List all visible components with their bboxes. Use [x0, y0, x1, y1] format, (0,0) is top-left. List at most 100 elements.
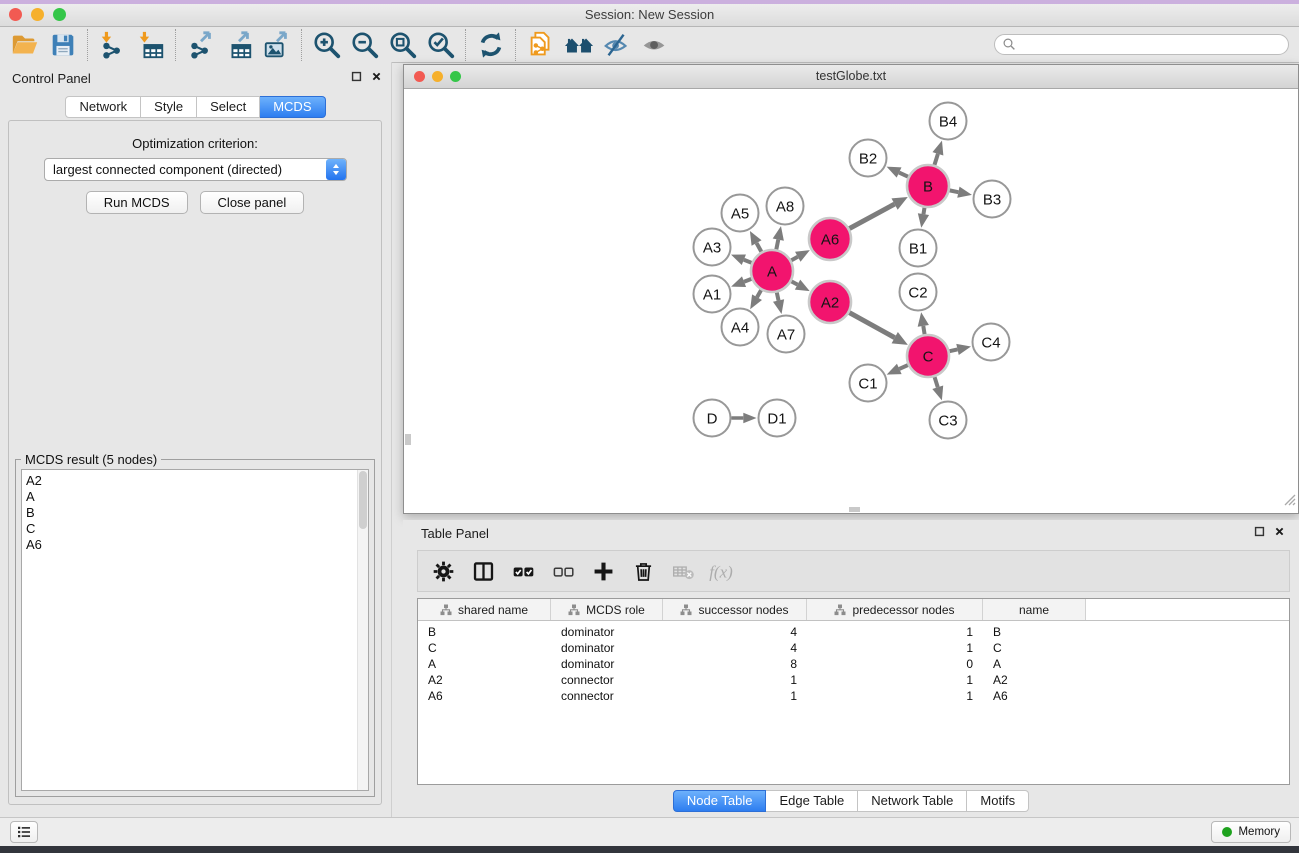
table-tab-edge-table[interactable]: Edge Table	[766, 790, 858, 812]
float-table-panel-icon[interactable]	[1254, 526, 1265, 537]
graph-edge-C-C4[interactable]	[949, 344, 971, 355]
export-image-icon[interactable]	[258, 29, 296, 61]
column-header-shared-name[interactable]: shared name	[418, 599, 551, 620]
delete-columns-icon[interactable]	[625, 554, 661, 588]
graph-edge-B-B4[interactable]	[932, 141, 943, 165]
graph-edge-A-A8[interactable]	[773, 226, 784, 249]
column-header-predecessor-nodes[interactable]: predecessor nodes	[807, 599, 983, 620]
show-columns-icon[interactable]	[465, 554, 501, 588]
mcds-result-item[interactable]: A6	[22, 537, 368, 553]
graph-node-C1[interactable]: C1	[850, 365, 887, 402]
graph-edge-A-A4[interactable]	[750, 290, 762, 309]
tab-network[interactable]: Network	[65, 96, 141, 118]
graph-edge-A-A3[interactable]	[731, 254, 752, 265]
table-row[interactable]: A6connector11A6	[418, 688, 1289, 704]
zoom-in-icon[interactable]	[308, 29, 346, 61]
graph-node-A4[interactable]: A4	[722, 309, 759, 346]
graph-node-B3[interactable]: B3	[974, 181, 1011, 218]
select-all-icon[interactable]	[505, 554, 541, 588]
close-table-panel-icon[interactable]	[1274, 526, 1285, 537]
network-maximize-button[interactable]	[450, 71, 461, 82]
graph-node-B4[interactable]: B4	[930, 103, 967, 140]
graph-node-C4[interactable]: C4	[973, 324, 1010, 361]
list-scrollbar[interactable]	[357, 470, 368, 790]
graph-edge-A6-B[interactable]	[849, 197, 907, 229]
search-input[interactable]	[1017, 37, 1281, 53]
import-table-icon[interactable]	[132, 29, 170, 61]
run-mcds-button[interactable]: Run MCDS	[86, 191, 188, 214]
graph-node-D[interactable]: D	[694, 400, 731, 437]
mcds-result-item[interactable]: A2	[22, 473, 368, 489]
table-row[interactable]: A2connector11A2	[418, 672, 1289, 688]
refresh-icon[interactable]	[472, 29, 510, 61]
graph-edge-A-A1[interactable]	[731, 276, 751, 287]
import-network-icon[interactable]	[94, 29, 132, 61]
graph-node-A2[interactable]: A2	[809, 281, 851, 323]
graph-edge-A-A5[interactable]	[750, 231, 762, 252]
table-mode-icon[interactable]	[425, 554, 461, 588]
table-tab-motifs[interactable]: Motifs	[967, 790, 1029, 812]
graph-edge-A2-C[interactable]	[849, 313, 908, 345]
resize-grip-icon[interactable]	[1282, 492, 1296, 511]
mcds-result-item[interactable]: C	[22, 521, 368, 537]
criterion-dropdown[interactable]: largest connected component (directed)	[44, 158, 347, 181]
hide-details-icon[interactable]	[598, 29, 636, 61]
horizontal-scroll-nub[interactable]	[849, 507, 860, 512]
deselect-all-icon[interactable]	[545, 554, 581, 588]
graph-node-C2[interactable]: C2	[900, 274, 937, 311]
table-row[interactable]: Bdominator41B	[418, 624, 1289, 640]
graph-node-A5[interactable]: A5	[722, 195, 759, 232]
mcds-result-item[interactable]: B	[22, 505, 368, 521]
graph-edge-C-C2[interactable]	[918, 312, 929, 334]
graph-node-C3[interactable]: C3	[930, 402, 967, 439]
graph-edge-C-C3[interactable]	[932, 377, 943, 400]
graph-edge-A-A2[interactable]	[791, 280, 809, 292]
graph-node-B2[interactable]: B2	[850, 140, 887, 177]
network-minimize-button[interactable]	[432, 71, 443, 82]
column-header-name[interactable]: name	[983, 599, 1086, 620]
graph-edge-A-A7[interactable]	[773, 292, 784, 314]
graph-node-A[interactable]: A	[751, 250, 793, 292]
graph-node-B1[interactable]: B1	[900, 230, 937, 267]
table-row[interactable]: Adominator80A	[418, 656, 1289, 672]
home-icon[interactable]	[560, 29, 598, 61]
clone-network-icon[interactable]	[522, 29, 560, 61]
export-table-icon[interactable]	[220, 29, 258, 61]
mcds-result-item[interactable]: A	[22, 489, 368, 505]
zoom-out-icon[interactable]	[346, 29, 384, 61]
column-header-successor-nodes[interactable]: successor nodes	[663, 599, 807, 620]
close-panel-button[interactable]: Close panel	[200, 191, 305, 214]
graph-node-A7[interactable]: A7	[768, 316, 805, 353]
network-canvas[interactable]: B4 B2 B B3 A8A5 A6 A3 B1 A C2 A1 A2 A4A7 C4 C C1 D D1 C3	[404, 89, 1298, 513]
graph-node-C[interactable]: C	[907, 335, 949, 377]
graph-node-A8[interactable]: A8	[767, 188, 804, 225]
graph-node-A3[interactable]: A3	[694, 229, 731, 266]
zoom-fit-icon[interactable]	[384, 29, 422, 61]
tab-style[interactable]: Style	[141, 96, 197, 118]
vertical-scroll-nub[interactable]	[405, 434, 411, 445]
show-details-icon[interactable]	[636, 29, 674, 61]
column-header-mcds-role[interactable]: MCDS role	[551, 599, 663, 620]
export-network-icon[interactable]	[182, 29, 220, 61]
float-panel-icon[interactable]	[351, 71, 362, 82]
tab-select[interactable]: Select	[197, 96, 260, 118]
graph-node-D1[interactable]: D1	[759, 400, 796, 437]
tab-mcds[interactable]: MCDS	[260, 96, 325, 118]
graph-node-B[interactable]: B	[907, 165, 949, 207]
open-session-icon[interactable]	[6, 29, 44, 61]
table-row[interactable]: Cdominator41C	[418, 640, 1289, 656]
table-tab-node-table[interactable]: Node Table	[673, 790, 767, 812]
zoom-selected-icon[interactable]	[422, 29, 460, 61]
save-session-icon[interactable]	[44, 29, 82, 61]
graph-edge-B-B3[interactable]	[950, 187, 972, 198]
graph-node-A1[interactable]: A1	[694, 276, 731, 313]
create-column-icon[interactable]	[585, 554, 621, 588]
graph-node-A6[interactable]: A6	[809, 218, 851, 260]
graph-edge-A-A6[interactable]	[791, 250, 810, 262]
network-close-button[interactable]	[414, 71, 425, 82]
table-tab-network-table[interactable]: Network Table	[858, 790, 967, 812]
graph-edge-C-C1[interactable]	[887, 364, 908, 375]
graph-edge-B-B1[interactable]	[918, 208, 929, 228]
memory-button[interactable]: Memory	[1211, 821, 1291, 843]
graph-edge-B-B2[interactable]	[887, 167, 908, 178]
